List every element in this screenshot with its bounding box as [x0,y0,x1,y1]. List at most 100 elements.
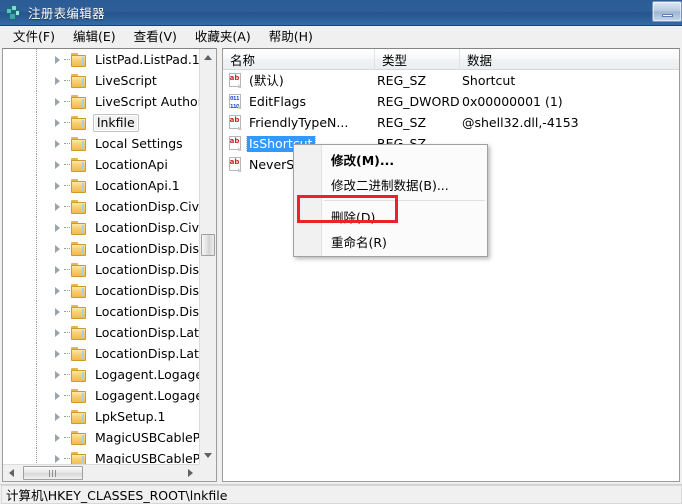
tree-item-magicusbcablepro-a[interactable]: MagicUSBCablePro [3,427,199,448]
column-header-name[interactable]: 名称 [223,49,375,70]
expand-arrow-icon[interactable] [51,217,70,238]
expand-arrow-icon[interactable] [51,133,70,154]
tree-item-livescript[interactable]: LiveScript [3,70,199,91]
folder-icon [71,94,88,109]
menu-file[interactable]: 文件(F) [4,27,64,48]
tree-item-locationdisp-latlon-a[interactable]: LocationDisp.LatLor [3,322,199,343]
expand-arrow-icon[interactable] [51,343,70,364]
expand-arrow-icon[interactable] [51,406,70,427]
tree-item-label: LocationDisp.DispLa [95,303,199,319]
tree-item-label: LocationDisp.DispCi [95,261,199,277]
value-row-friendlytypename[interactable]: ab FriendlyTypeN... REG_SZ @shell32.dll,… [223,112,679,133]
scroll-down-icon[interactable] [200,447,216,464]
value-name-cell: ab FriendlyTypeN... [223,115,375,131]
window-title: 注册表编辑器 [28,6,105,21]
annotation-highlight-box [297,195,398,223]
expand-arrow-icon[interactable] [51,301,70,322]
tree-item-label: MagicUSBCablePro [95,450,199,465]
expand-arrow-icon[interactable] [51,280,70,301]
tree-item-local-settings[interactable]: Local Settings [3,133,199,154]
tree-item-locationdisp-civic-a[interactable]: LocationDisp.CivicA [3,196,199,217]
tree-item-label: MagicUSBCablePro [95,429,199,445]
tree-vertical-scrollbar[interactable] [199,49,216,464]
menu-edit[interactable]: 编辑(E) [64,27,125,48]
folder-icon [71,199,88,214]
tree-item-locationdisp-dispci-b[interactable]: LocationDisp.DispCi [3,259,199,280]
tree-item-locationdisp-displa-a[interactable]: LocationDisp.DispLa [3,280,199,301]
tree-vscroll-thumb[interactable] [201,234,215,256]
values-column-header: 名称 类型 数据 [223,49,679,70]
tree-item-locationdisp-displa-b[interactable]: LocationDisp.DispLa [3,301,199,322]
value-type: REG_SZ [377,73,427,88]
expand-arrow-icon[interactable] [51,385,70,406]
tree-item-locationdisp-latlon-b[interactable]: LocationDisp.LatLor [3,343,199,364]
expand-arrow-icon[interactable] [51,70,70,91]
value-name: FriendlyTypeN... [249,114,349,130]
tree-item-lnkfile[interactable]: lnkfile [3,112,199,133]
status-bar: 计算机\HKEY_CLASSES_ROOT\lnkfile [0,484,682,504]
tree-item-label: LocationDisp.DispLa [95,282,199,298]
tree-item-label: lnkfile [93,113,139,132]
scroll-up-icon[interactable] [200,49,216,66]
tree-item-logagent-a[interactable]: Logagent.Logagent [3,364,199,385]
menu-help[interactable]: 帮助(H) [260,27,322,48]
scroll-left-icon[interactable] [3,465,20,481]
column-header-type[interactable]: 类型 [375,49,460,70]
folder-icon [71,388,88,403]
tree-item-logagent-b[interactable]: Logagent.Logagent [3,385,199,406]
tree-hscroll-thumb[interactable] [23,466,83,480]
tree-item-lpksetup[interactable]: LpkSetup.1 [3,406,199,427]
expand-arrow-icon[interactable] [51,427,70,448]
expand-arrow-icon[interactable] [51,448,70,464]
string-value-icon: ab [228,157,243,172]
expand-arrow-icon[interactable] [51,112,70,133]
context-menu-item-modify[interactable]: 修改(M)... [294,147,487,172]
tree-item-locationdisp-dispci-a[interactable]: LocationDisp.DispCi [3,238,199,259]
tree-item-locationapi-1[interactable]: LocationApi.1 [3,175,199,196]
tree-item-label: LocationDisp.CivicA [95,198,199,214]
folder-icon [71,262,88,277]
expand-arrow-icon[interactable] [51,49,70,70]
expand-arrow-icon[interactable] [51,259,70,280]
tree-item-label: LocationApi [95,156,168,172]
context-menu-item-rename[interactable]: 重命名(R) [294,229,487,254]
expand-arrow-icon[interactable] [51,322,70,343]
value-type: REG_DWORD [377,94,460,109]
scroll-right-icon[interactable] [182,465,199,481]
tree-item-listpad[interactable]: ListPad.ListPad.1 [3,49,199,70]
tree-item-magicusbcablepro-b[interactable]: MagicUSBCablePro [3,448,199,464]
folder-icon [71,136,88,151]
tree-item-locationdisp-civic-b[interactable]: LocationDisp.CivicA [3,217,199,238]
minimize-button[interactable] [652,1,682,22]
menu-view[interactable]: 查看(V) [125,27,186,48]
folder-icon [71,178,88,193]
tree-item-locationapi[interactable]: LocationApi [3,154,199,175]
value-row-editflags[interactable]: 011 110 EditFlags REG_DWORD 0x00000001 (1… [223,91,679,112]
expand-arrow-icon[interactable] [51,196,70,217]
tree-horizontal-scrollbar[interactable] [3,464,199,481]
value-name-cell: 011 110 EditFlags [223,94,375,110]
registry-values-pane: 名称 类型 数据 ab (默认) REG_SZ Shortcut 011 110… [222,48,680,482]
expand-arrow-icon[interactable] [51,91,70,112]
tree-item-label: LpkSetup.1 [95,408,166,424]
expand-arrow-icon[interactable] [51,154,70,175]
tree-item-label: LocationDisp.LatLor [95,345,199,361]
expand-arrow-icon[interactable] [51,364,70,385]
folder-icon [71,409,88,424]
context-menu-item-modify-binary[interactable]: 修改二进制数据(B)... [294,172,487,197]
tree-item-livescript-author[interactable]: LiveScript Author [3,91,199,112]
client-area: ListPad.ListPad.1 LiveScript LiveScript … [0,48,682,484]
registry-editor-window: 注册表编辑器 文件(F) 编辑(E) 查看(V) 收藏夹(A) 帮助(H) Li… [0,0,682,504]
registry-tree-pane: ListPad.ListPad.1 LiveScript LiveScript … [2,48,217,482]
string-value-icon: ab [228,73,243,88]
expand-arrow-icon[interactable] [51,175,70,196]
expand-arrow-icon[interactable] [51,238,70,259]
menu-favorites[interactable]: 收藏夹(A) [186,27,260,48]
folder-icon [71,157,88,172]
value-row-default[interactable]: ab (默认) REG_SZ Shortcut [223,70,679,91]
string-value-icon: ab [228,115,243,130]
column-header-data[interactable]: 数据 [460,49,679,70]
title-bar[interactable]: 注册表编辑器 [0,0,682,26]
minimize-icon [661,14,673,17]
registry-tree[interactable]: ListPad.ListPad.1 LiveScript LiveScript … [3,49,199,464]
